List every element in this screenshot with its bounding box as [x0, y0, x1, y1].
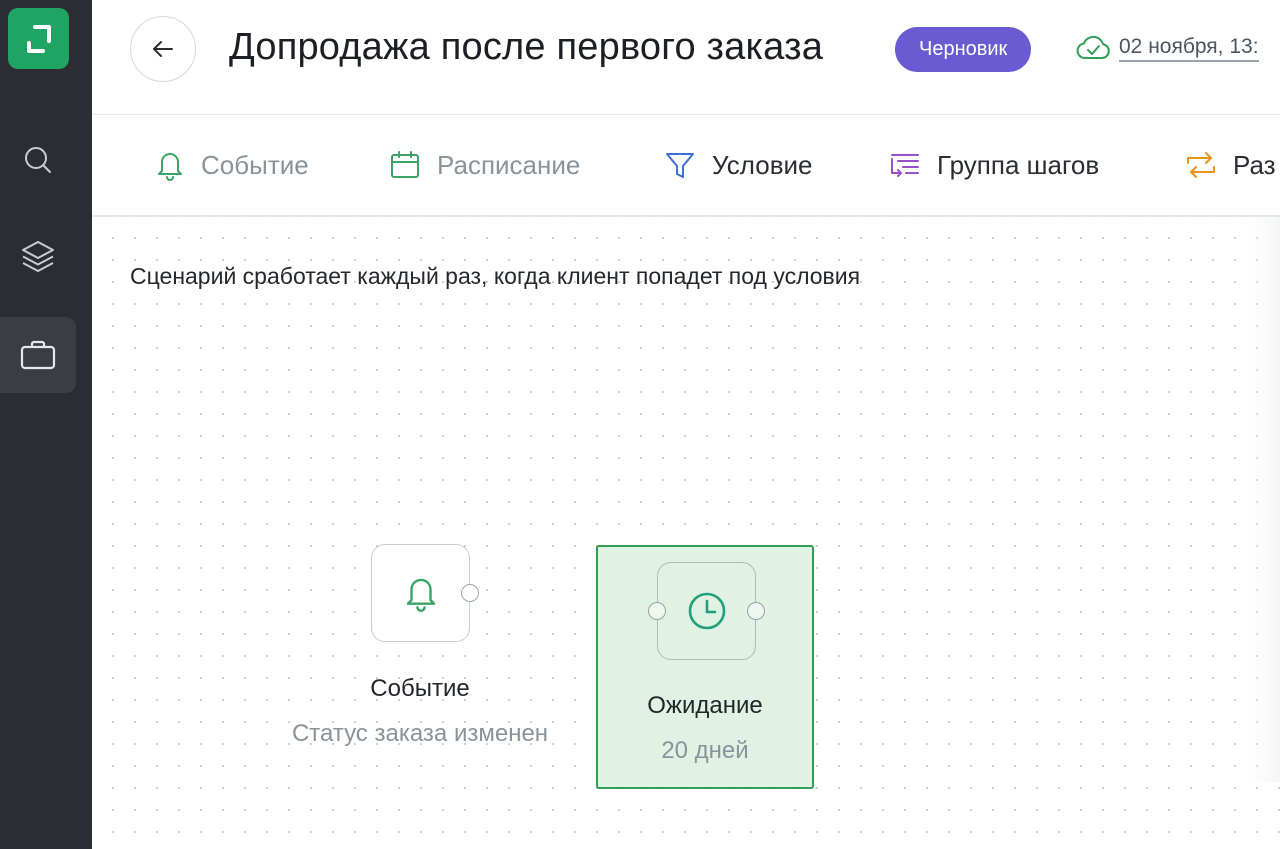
tool-step-group[interactable]: Группа шагов: [889, 115, 1099, 215]
saved-timestamp[interactable]: 02 ноября, 13:: [1119, 35, 1259, 62]
save-status: 02 ноября, 13:: [1075, 34, 1259, 62]
bell-icon: [406, 578, 435, 612]
event-node[interactable]: [371, 544, 470, 642]
tool-condition-label: Условие: [712, 149, 813, 180]
tool-split-label: Раз: [1233, 149, 1276, 180]
tool-event-label: Событие: [201, 149, 309, 180]
layers-icon: [22, 241, 54, 272]
node-toolbar: Событие Расписание Условие Группа шагов: [92, 115, 1280, 217]
search-icon: [25, 147, 51, 173]
app-logo[interactable]: [8, 8, 69, 69]
status-badge: Черновик: [895, 27, 1032, 72]
filter-icon: [666, 153, 694, 178]
arrow-left-icon: [153, 41, 173, 57]
briefcase-icon: [20, 340, 56, 370]
sidebar-search-button[interactable]: [0, 122, 76, 198]
tool-condition[interactable]: Условие: [664, 115, 813, 215]
back-button[interactable]: [130, 16, 196, 82]
split-icon: [1187, 152, 1215, 178]
event-node-output-port[interactable]: [461, 584, 479, 602]
tool-schedule[interactable]: Расписание: [389, 115, 580, 215]
wait-node-subtitle: 20 дней: [661, 737, 749, 764]
wait-node[interactable]: Ожидание 20 дней: [596, 545, 814, 789]
wait-node-icon-box: [657, 562, 756, 660]
canvas-hint: Сценарий сработает каждый раз, когда кли…: [130, 263, 861, 289]
header: Допродажа после первого заказа Черновик …: [92, 0, 1280, 115]
wait-node-title: Ожидание: [647, 692, 763, 719]
logo-icon: [26, 24, 51, 53]
clock-icon: [688, 592, 725, 630]
tool-event[interactable]: Событие: [155, 115, 309, 215]
event-node-title: Событие: [370, 675, 470, 702]
sidebar-scenarios-button[interactable]: [0, 317, 76, 393]
wait-node-input-port[interactable]: [648, 602, 666, 620]
bell-icon: [158, 153, 182, 181]
cloud-check-icon: [1076, 35, 1110, 59]
side-panel-edge: [1250, 217, 1280, 782]
page-title: Допродажа после первого заказа: [229, 26, 824, 68]
scenario-canvas[interactable]: Сценарий сработает каждый раз, когда кли…: [92, 217, 1280, 849]
tool-step-group-label: Группа шагов: [937, 149, 1100, 180]
sidebar-layers-button[interactable]: [0, 218, 76, 294]
calendar-icon: [391, 151, 419, 178]
tool-schedule-label: Расписание: [437, 149, 581, 180]
sidebar: [0, 0, 92, 849]
tool-split[interactable]: Раз: [1185, 115, 1276, 215]
step-group-icon: [891, 154, 919, 177]
event-node-subtitle: Статус заказа изменен: [291, 720, 549, 747]
wait-node-output-port[interactable]: [747, 602, 765, 620]
